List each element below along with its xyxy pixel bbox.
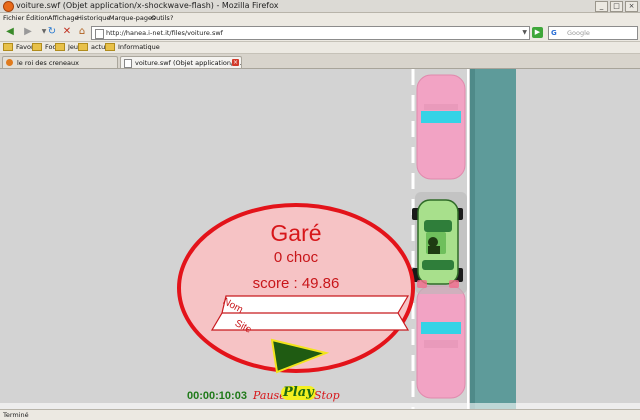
flash-game-area[interactable]: Garé 0 choc score : 49.86 Nom Site <box>0 69 640 409</box>
folder-icon <box>55 42 65 51</box>
google-icon[interactable]: G <box>551 28 563 38</box>
tab-strip: le roi des creneaux voiture.swf (Objet a… <box>0 54 640 69</box>
url-text: http://hanea.i-net.it/files/voiture.swf <box>106 29 223 37</box>
page-icon <box>95 29 104 39</box>
window-title: voiture.swf (Objet application/x-shockwa… <box>16 1 279 10</box>
menu-edit[interactable]: Édition <box>26 13 49 23</box>
tab-roi-des-creneaux[interactable]: le roi des creneaux <box>2 56 118 68</box>
score-text: score : 49.86 <box>252 275 340 292</box>
stop-button[interactable]: Stop <box>314 389 340 403</box>
reload-icon[interactable]: ↻ <box>46 26 58 38</box>
tab-page-icon <box>124 59 132 68</box>
menu-bar: Fichier Édition Affichage Historique Mar… <box>0 13 640 23</box>
close-icon[interactable]: × <box>625 1 638 12</box>
maximize-icon[interactable]: □ <box>610 1 623 12</box>
menu-help[interactable]: ? <box>170 13 173 23</box>
name-input[interactable] <box>262 298 397 312</box>
folder-icon <box>3 42 13 51</box>
search-input[interactable]: G Google <box>548 26 638 40</box>
bookmark-informatique[interactable]: Informatique <box>105 42 160 53</box>
canal <box>475 69 516 409</box>
url-bar[interactable]: http://hanea.i-net.it/files/voiture.swf … <box>91 26 530 40</box>
status-bar: Terminé <box>0 409 640 420</box>
folder-icon <box>32 42 42 51</box>
menu-history[interactable]: Historique <box>77 13 110 23</box>
back-arrow-icon[interactable]: ◀ <box>4 26 16 38</box>
play-button[interactable]: Play <box>281 386 316 400</box>
firefox-icon <box>3 1 14 12</box>
home-icon[interactable]: ⌂ <box>76 26 88 38</box>
menu-tools[interactable]: Outils <box>151 13 170 23</box>
folder-icon <box>105 42 115 51</box>
minimize-icon[interactable]: _ <box>595 1 608 12</box>
bookmarks-toolbar: Favoris Foot Jeux actuel Informatique <box>0 42 640 54</box>
menu-bookmarks[interactable]: Marque-pages <box>109 13 155 23</box>
go-button[interactable]: ▶ <box>532 27 543 38</box>
forward-arrow-icon[interactable]: ▶ <box>22 26 34 38</box>
crash-count: 0 choc <box>273 249 319 266</box>
menu-view[interactable]: Affichage <box>48 13 79 23</box>
tab-close-icon[interactable]: × <box>232 59 239 66</box>
player-car <box>412 192 467 294</box>
folder-icon <box>78 42 88 51</box>
parked-car-top <box>416 74 466 180</box>
window-controls: _ □ × <box>595 1 638 12</box>
menu-file[interactable]: Fichier <box>3 13 24 23</box>
site-input[interactable] <box>262 315 397 329</box>
timer: 00:00:10:03 <box>187 390 247 402</box>
parked-car-bottom <box>416 285 466 399</box>
url-dropdown-icon[interactable]: ▼ <box>522 27 527 39</box>
navigation-toolbar: ◀ ▶ ▼ ↻ ✕ ⌂ http://hanea.i-net.it/files/… <box>0 23 640 42</box>
canal-edge <box>470 69 475 409</box>
window-titlebar: voiture.swf (Objet application/x-shockwa… <box>0 0 640 13</box>
tab-voiture-swf[interactable]: voiture.swf (Objet application/x-... × <box>120 56 242 68</box>
tab-favicon <box>6 59 13 66</box>
result-title: Garé <box>270 220 322 246</box>
search-placeholder: Google <box>567 29 590 37</box>
stop-icon[interactable]: ✕ <box>61 26 73 38</box>
